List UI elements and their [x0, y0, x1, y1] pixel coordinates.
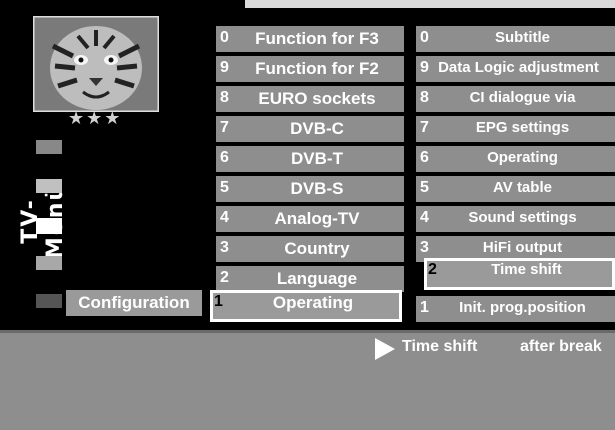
item-label: AV table	[493, 179, 552, 196]
menu-column-2: 0 Subtitle 9 Data Logic adjustment 8 CI dia…	[410, 10, 615, 330]
menu-item-selected[interactable]: 2 Time shift	[424, 258, 615, 290]
menu-item[interactable]: 8 CI dialogue via	[416, 86, 615, 114]
status-value: after break	[520, 338, 602, 355]
menu-column-1: 0 Function for F3 9 Function for F2 8 EURO …	[210, 10, 410, 330]
item-label: Country	[284, 239, 350, 258]
menu-item[interactable]: 4 Sound settings	[416, 206, 615, 234]
item-label: Function for F3	[255, 29, 379, 48]
item-label: DVB-S	[290, 179, 344, 198]
item-label: Sound settings	[468, 209, 577, 226]
item-number: 6	[420, 149, 429, 166]
menu-item[interactable]: 9 Data Logic adjustment	[416, 56, 615, 84]
menu-indicator-3-active	[36, 218, 62, 234]
item-number: 5	[220, 179, 229, 196]
item-number: 2	[428, 261, 437, 278]
menu-item[interactable]: 5 AV table	[416, 176, 615, 204]
item-number: 0	[420, 29, 429, 46]
menu-indicator-2	[36, 179, 62, 193]
menu-indicator-1	[36, 140, 62, 154]
menu-item[interactable]: 0 Subtitle	[416, 26, 615, 54]
item-label: Analog-TV	[274, 209, 360, 228]
item-number: 4	[420, 209, 429, 226]
menu-item[interactable]: 9 Function for F2	[216, 56, 404, 84]
status-time-shift: Time shift	[402, 338, 478, 355]
item-number: 7	[220, 119, 229, 136]
tv-menu-screen: ★★★ TV-Menü Configuration 0 Function for …	[0, 0, 615, 430]
item-label: Init. prog.position	[459, 299, 586, 316]
item-number: 8	[220, 89, 229, 106]
menu-item-selected[interactable]: 1 Operating	[210, 290, 402, 322]
menu-item[interactable]: 4 Analog-TV	[216, 206, 404, 234]
item-number: 5	[420, 179, 429, 196]
item-label: Operating	[487, 149, 558, 166]
top-bar-highlight	[245, 0, 615, 8]
item-number: 1	[214, 293, 223, 310]
item-label: Subtitle	[495, 29, 550, 46]
tiger-image-graphic	[33, 16, 159, 112]
menu-item[interactable]: 5 DVB-S	[216, 176, 404, 204]
item-number: 8	[420, 89, 429, 106]
item-number: 2	[220, 269, 229, 286]
menu-item[interactable]: 0 Function for F3	[216, 26, 404, 54]
menu-item[interactable]: 7 DVB-C	[216, 116, 404, 144]
item-label: Function for F2	[255, 59, 379, 78]
item-label: CI dialogue via	[469, 89, 576, 106]
item-label: EPG settings	[475, 119, 570, 136]
menu-indicator-5	[36, 294, 62, 308]
item-number: 1	[420, 299, 429, 316]
menu-indicator-4	[36, 256, 62, 270]
item-label: DVB-T	[291, 149, 343, 168]
item-label: Data Logic adjustment	[438, 59, 599, 76]
item-number: 4	[220, 209, 229, 226]
menu-item[interactable]: 1 Init. prog.position	[416, 296, 615, 324]
item-number: 3	[420, 239, 429, 256]
menu-item[interactable]: 6 DVB-T	[216, 146, 404, 174]
item-label: HiFi output	[482, 239, 563, 256]
tiger-image	[33, 16, 159, 112]
section-label-configuration[interactable]: Configuration	[66, 290, 202, 316]
item-label: EURO sockets	[258, 89, 376, 108]
item-label: Operating	[272, 293, 354, 312]
item-number: 6	[220, 149, 229, 166]
item-label: Time shift	[491, 261, 562, 278]
menu-item[interactable]: 3 Country	[216, 236, 404, 264]
menu-item[interactable]: 8 EURO sockets	[216, 86, 404, 114]
item-number: 3	[220, 239, 229, 256]
item-number: 0	[220, 29, 229, 46]
item-label: Language	[276, 269, 358, 288]
menu-item[interactable]: 7 EPG settings	[416, 116, 615, 144]
item-number: 9	[220, 59, 229, 76]
item-number: 7	[420, 119, 429, 136]
rating-stars: ★★★	[68, 108, 123, 129]
menu-item[interactable]: 6 Operating	[416, 146, 615, 174]
play-icon	[375, 338, 395, 360]
item-label: DVB-C	[290, 119, 344, 138]
